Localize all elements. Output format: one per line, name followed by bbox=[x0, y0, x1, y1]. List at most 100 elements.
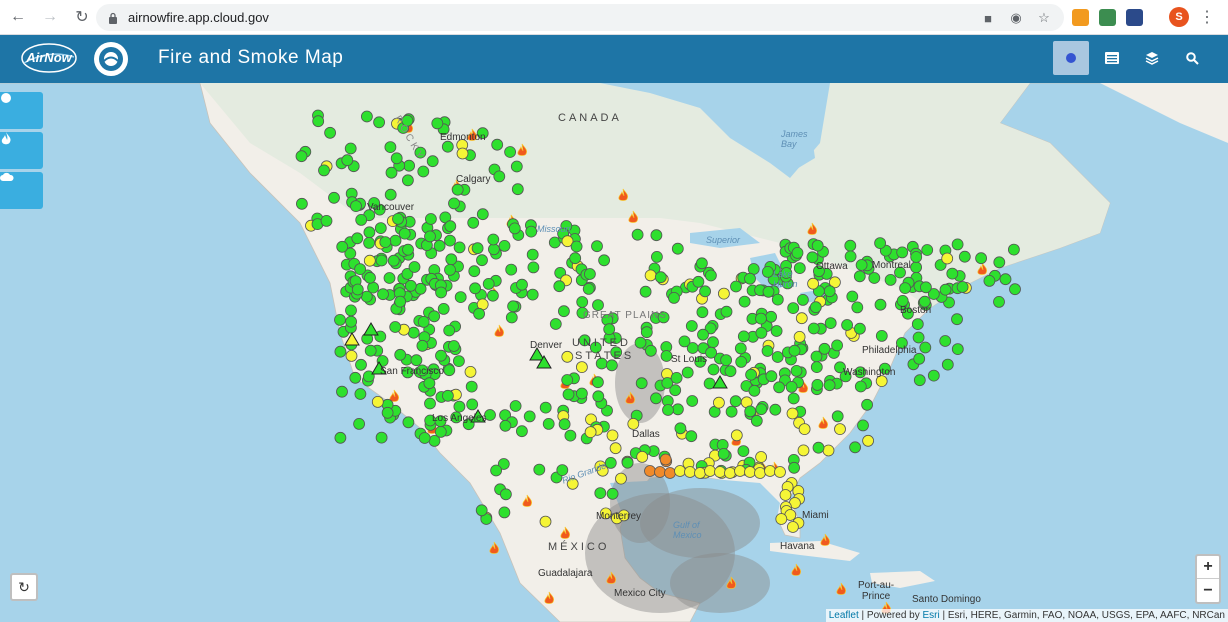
refresh-button[interactable]: ↻ bbox=[10, 573, 38, 601]
monitor-marker[interactable] bbox=[941, 252, 954, 265]
monitor-marker[interactable] bbox=[341, 154, 354, 167]
list-button[interactable] bbox=[1094, 41, 1130, 75]
monitor-marker[interactable] bbox=[576, 361, 588, 374]
monitor-marker[interactable] bbox=[786, 407, 799, 420]
monitor-marker[interactable] bbox=[371, 395, 384, 408]
monitor-marker[interactable] bbox=[410, 354, 423, 367]
monitor-marker[interactable] bbox=[946, 267, 959, 280]
monitor-marker[interactable] bbox=[705, 346, 717, 359]
monitor-marker[interactable] bbox=[854, 322, 866, 335]
monitor-marker[interactable] bbox=[426, 155, 439, 168]
monitor-marker[interactable] bbox=[734, 465, 746, 477]
reload-icon[interactable]: ↻ bbox=[68, 3, 96, 31]
monitor-marker[interactable] bbox=[527, 261, 540, 274]
monitor-marker[interactable] bbox=[448, 197, 460, 210]
monitor-marker[interactable] bbox=[526, 288, 539, 301]
monitor-marker[interactable] bbox=[451, 183, 464, 196]
monitor-marker[interactable] bbox=[919, 341, 932, 354]
monitor-marker[interactable] bbox=[561, 374, 574, 386]
monitor-marker[interactable] bbox=[899, 282, 911, 295]
monitor-marker[interactable] bbox=[328, 191, 340, 204]
monitor-marker[interactable] bbox=[468, 265, 481, 278]
monitor-marker[interactable] bbox=[875, 329, 888, 342]
monitor-marker[interactable] bbox=[594, 487, 607, 500]
monitor-marker[interactable] bbox=[822, 444, 835, 457]
monitor-marker[interactable] bbox=[295, 197, 308, 210]
monitor-marker[interactable] bbox=[561, 350, 574, 363]
monitor-marker[interactable] bbox=[748, 384, 761, 397]
monitor-marker[interactable] bbox=[417, 165, 430, 178]
monitor-marker[interactable] bbox=[367, 281, 380, 294]
monitor-marker[interactable] bbox=[603, 323, 616, 336]
monitor-marker[interactable] bbox=[384, 141, 397, 153]
monitor-marker[interactable] bbox=[511, 183, 524, 196]
monitor-marker[interactable] bbox=[770, 325, 783, 337]
monitor-marker[interactable] bbox=[454, 291, 467, 304]
monitor-marker[interactable] bbox=[823, 285, 836, 298]
monitor-marker[interactable] bbox=[344, 142, 357, 155]
monitor-marker[interactable] bbox=[636, 450, 649, 463]
monitor-marker[interactable] bbox=[993, 295, 1005, 308]
monitor-marker[interactable] bbox=[674, 422, 687, 435]
monitor-marker[interactable] bbox=[444, 234, 456, 247]
forward-arrow-icon[interactable]: → bbox=[36, 3, 64, 31]
monitor-marker[interactable] bbox=[999, 273, 1012, 286]
monitor-marker[interactable] bbox=[569, 252, 582, 265]
monitor-marker[interactable] bbox=[401, 174, 414, 187]
monitor-marker[interactable] bbox=[720, 354, 732, 367]
monitor-marker[interactable] bbox=[476, 254, 488, 267]
monitor-marker[interactable] bbox=[558, 305, 570, 318]
monitor-marker[interactable] bbox=[755, 312, 767, 325]
monitor-marker[interactable] bbox=[507, 300, 519, 313]
monitor-marker[interactable] bbox=[539, 515, 552, 528]
monitor-marker[interactable] bbox=[650, 229, 663, 242]
monitor-marker[interactable] bbox=[424, 230, 436, 243]
monitor-marker[interactable] bbox=[509, 400, 522, 412]
monitor-marker[interactable] bbox=[424, 213, 437, 225]
monitor-marker[interactable] bbox=[510, 160, 523, 173]
monitor-marker[interactable] bbox=[956, 281, 969, 293]
monitor-marker[interactable] bbox=[644, 465, 656, 477]
monitor-marker[interactable] bbox=[516, 278, 528, 291]
monitor-marker[interactable] bbox=[811, 378, 824, 391]
monitor-marker[interactable] bbox=[793, 330, 806, 343]
monitor-marker[interactable] bbox=[447, 340, 460, 352]
monitor-marker[interactable] bbox=[498, 506, 511, 519]
monitor-marker[interactable] bbox=[788, 461, 800, 474]
monitor-marker[interactable] bbox=[696, 257, 708, 270]
monitor-marker[interactable] bbox=[734, 342, 747, 355]
search-button[interactable] bbox=[1174, 41, 1210, 75]
monitor-marker[interactable] bbox=[591, 240, 603, 253]
monitor-marker[interactable] bbox=[523, 410, 536, 423]
monitor-marker[interactable] bbox=[737, 330, 750, 343]
extension-chart-icon[interactable] bbox=[1072, 8, 1089, 26]
monitor-marker[interactable] bbox=[445, 253, 458, 266]
monitor-marker[interactable] bbox=[615, 472, 627, 485]
monitor-marker[interactable] bbox=[844, 239, 857, 252]
monitor-marker[interactable] bbox=[849, 441, 861, 454]
monitor-marker[interactable] bbox=[797, 293, 809, 306]
monitor-marker[interactable] bbox=[787, 521, 799, 533]
monitor-marker[interactable] bbox=[408, 261, 421, 273]
monitor-marker[interactable] bbox=[818, 342, 831, 355]
smoke-plume[interactable] bbox=[670, 553, 770, 613]
monitor-marker[interactable] bbox=[334, 313, 346, 326]
monitor-marker[interactable] bbox=[320, 214, 333, 227]
monitor-marker[interactable] bbox=[640, 326, 653, 339]
monitor-marker[interactable] bbox=[750, 414, 763, 427]
monitor-marker[interactable] bbox=[713, 396, 725, 409]
monitor-marker[interactable] bbox=[498, 239, 511, 252]
monitor-marker[interactable] bbox=[862, 434, 874, 447]
monitor-marker[interactable] bbox=[674, 465, 686, 477]
monitor-marker[interactable] bbox=[737, 445, 750, 458]
monitor-marker[interactable] bbox=[471, 242, 484, 255]
monitor-marker[interactable] bbox=[896, 246, 909, 259]
monitor-marker[interactable] bbox=[491, 138, 504, 151]
monitor-marker[interactable] bbox=[787, 302, 800, 315]
leaflet-link[interactable]: Leaflet bbox=[829, 610, 859, 621]
monitor-marker[interactable] bbox=[857, 419, 869, 432]
monitor-marker[interactable] bbox=[671, 242, 684, 255]
monitor-marker[interactable] bbox=[377, 288, 389, 301]
monitor-marker[interactable] bbox=[684, 466, 696, 478]
monitor-marker[interactable] bbox=[851, 301, 864, 314]
